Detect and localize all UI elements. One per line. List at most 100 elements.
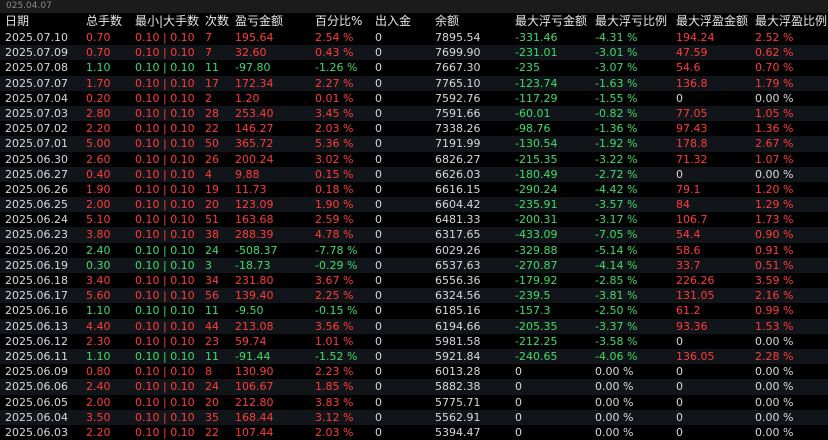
cell-deposit-withdrawal: 0 xyxy=(375,425,382,439)
cell-date: 2025.07.09 xyxy=(5,46,68,60)
cell-max-floating-profit-ratio: 0.70 % xyxy=(755,61,794,75)
cell-deposit-withdrawal: 0 xyxy=(375,395,382,409)
cell-deposit-withdrawal: 0 xyxy=(375,167,382,181)
table-row: 2025.06.24 5.10 0.10 | 0.10 51 163.68 2.59 % 0… xyxy=(0,212,828,227)
cell-max-floating-loss-ratio: -0.82 % xyxy=(595,106,638,120)
cell-balance: 7592.76 xyxy=(435,91,481,105)
cell-percent: 5.36 % xyxy=(315,137,354,151)
column-header-max-floating-loss: 最大浮亏金额 xyxy=(515,14,588,28)
cell-balance: 6481.33 xyxy=(435,213,481,227)
cell-max-floating-loss: -117.29 xyxy=(515,91,558,105)
cell-max-floating-profit: 33.7 xyxy=(676,258,701,272)
cell-max-floating-loss: -212.25 xyxy=(515,334,558,348)
cell-balance: 6826.27 xyxy=(435,152,481,166)
cell-min-max-lots: 0.10 | 0.10 xyxy=(135,137,195,151)
cell-deposit-withdrawal: 0 xyxy=(375,91,382,105)
cell-count: 28 xyxy=(205,106,219,120)
cell-max-floating-profit: 0 xyxy=(676,395,683,409)
cell-percent: 2.27 % xyxy=(315,76,354,90)
column-header-min-max-lots: 最小|大手数 xyxy=(135,14,200,28)
cell-max-floating-profit-ratio: 1.79 % xyxy=(755,76,794,90)
cell-max-floating-loss-ratio: -4.14 % xyxy=(595,258,638,272)
cell-max-floating-profit-ratio: 1.20 % xyxy=(755,182,794,196)
cell-percent: -0.15 % xyxy=(315,304,358,318)
cell-max-floating-loss: -235.91 xyxy=(515,198,558,212)
cell-min-max-lots: 0.10 | 0.10 xyxy=(135,274,195,287)
cell-profit: 212.80 xyxy=(235,395,274,409)
cell-max-floating-profit-ratio: 1.07 % xyxy=(755,152,794,166)
cell-max-floating-loss: -215.35 xyxy=(515,152,558,166)
cell-max-floating-loss: -130.54 xyxy=(515,137,558,151)
cell-date: 2025.07.07 xyxy=(5,76,68,90)
cell-max-floating-profit: 84 xyxy=(676,198,690,212)
cell-percent: 1.01 % xyxy=(315,334,354,348)
cell-profit: -508.37 xyxy=(235,243,278,257)
cell-max-floating-loss-ratio: -2.85 % xyxy=(595,274,638,287)
cell-max-floating-profit: 0 xyxy=(676,91,683,105)
cell-date: 2025.06.03 xyxy=(5,425,68,439)
cell-max-floating-profit: 0 xyxy=(676,365,683,379)
cell-count: 24 xyxy=(205,380,219,394)
cell-min-max-lots: 0.10 | 0.10 xyxy=(135,91,195,105)
cell-max-floating-loss-ratio: -3.01 % xyxy=(595,46,638,60)
cell-max-floating-profit: 0 xyxy=(676,380,683,394)
cell-max-floating-loss-ratio: -4.42 % xyxy=(595,182,638,196)
cell-profit: 11.73 xyxy=(235,182,267,196)
cell-deposit-withdrawal: 0 xyxy=(375,46,382,60)
cell-date: 2025.06.25 xyxy=(5,198,68,212)
cell-max-floating-loss: -98.76 xyxy=(515,122,551,136)
table-row: 2025.07.09 0.70 0.10 | 0.10 7 32.60 0.43 % 0 76… xyxy=(0,45,828,61)
cell-balance: 6185.16 xyxy=(435,304,481,318)
cell-percent: 0.43 % xyxy=(315,46,354,60)
cell-max-floating-loss: -200.31 xyxy=(515,213,558,227)
cell-max-floating-loss-ratio: -3.07 % xyxy=(595,61,638,75)
cell-profit: 146.27 xyxy=(235,122,274,136)
cell-date: 2025.06.23 xyxy=(5,228,68,242)
cell-profit: 123.09 xyxy=(235,198,274,212)
cell-min-max-lots: 0.10 | 0.10 xyxy=(135,349,195,363)
cell-deposit-withdrawal: 0 xyxy=(375,380,382,394)
cell-profit: 139.40 xyxy=(235,289,274,303)
cell-deposit-withdrawal: 0 xyxy=(375,198,382,212)
cell-max-floating-profit: 77.05 xyxy=(676,106,708,120)
cell-max-floating-loss: -331.46 xyxy=(515,31,558,44)
cell-deposit-withdrawal: 0 xyxy=(375,319,382,333)
table-row: 2025.06.03 2.20 0.10 | 0.10 22 107.44 2.03 % 0… xyxy=(0,425,828,440)
cell-deposit-withdrawal: 0 xyxy=(375,76,382,90)
cell-total-lots: 2.60 xyxy=(86,152,111,166)
cell-profit: 172.34 xyxy=(235,76,274,90)
cell-max-floating-loss: -205.35 xyxy=(515,319,558,333)
cell-profit: 195.64 xyxy=(235,31,274,44)
cell-count: 51 xyxy=(205,213,219,227)
cell-deposit-withdrawal: 0 xyxy=(375,334,382,348)
cell-max-floating-loss-ratio: -1.92 % xyxy=(595,137,638,151)
cell-min-max-lots: 0.10 | 0.10 xyxy=(135,334,195,348)
cell-balance: 7895.54 xyxy=(435,31,481,44)
cell-percent: -0.29 % xyxy=(315,258,358,272)
column-header-count: 次数 xyxy=(205,14,230,28)
cell-max-floating-profit-ratio: 1.73 % xyxy=(755,213,794,227)
table-row: 2025.06.05 2.00 0.10 | 0.10 20 212.80 3.83 % 0… xyxy=(0,395,828,410)
table-row: 2025.06.11 1.10 0.10 | 0.10 11 -91.44 -1.52 %… xyxy=(0,348,828,365)
cell-date: 2025.06.18 xyxy=(5,274,68,287)
cell-max-floating-profit-ratio: 0.99 % xyxy=(755,304,794,318)
cell-max-floating-loss: -433.09 xyxy=(515,228,558,242)
cell-profit: 59.74 xyxy=(235,334,267,348)
cell-max-floating-profit-ratio: 0.51 % xyxy=(755,258,794,272)
cell-min-max-lots: 0.10 | 0.10 xyxy=(135,258,195,272)
cell-deposit-withdrawal: 0 xyxy=(375,182,382,196)
cell-date: 2025.06.17 xyxy=(5,289,68,303)
cell-min-max-lots: 0.10 | 0.10 xyxy=(135,365,195,379)
cell-count: 11 xyxy=(205,349,219,363)
cell-balance: 5394.47 xyxy=(435,425,481,439)
top-bar: 025.04.07 xyxy=(0,0,828,13)
table-row: 2025.06.20 2.40 0.10 | 0.10 24 -508.37 -7.78 … xyxy=(0,243,828,258)
cell-count: 20 xyxy=(205,198,219,212)
cell-count: 23 xyxy=(205,334,219,348)
cell-balance: 7338.26 xyxy=(435,122,481,136)
cell-max-floating-profit: 226.26 xyxy=(676,274,715,287)
table-row: 2025.06.16 1.10 0.10 | 0.10 11 -9.50 -0.15 % 0… xyxy=(0,303,828,318)
cell-balance: 6013.28 xyxy=(435,365,481,379)
cell-max-floating-loss: 0 xyxy=(515,425,522,439)
table-row: 2025.07.01 5.00 0.10 | 0.10 50 365.72 5.36 % 0… xyxy=(0,136,828,152)
